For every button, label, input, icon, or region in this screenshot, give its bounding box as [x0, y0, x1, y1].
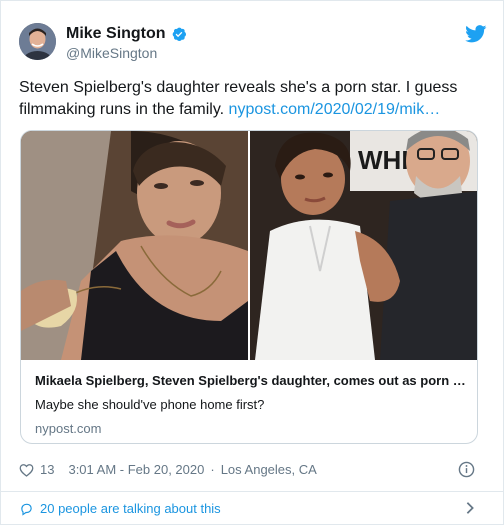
user-handle[interactable]: @MikeSington [66, 45, 157, 61]
conversation-count[interactable]: 20 people are talking about this [40, 501, 221, 516]
card-domain: nypost.com [35, 421, 102, 436]
heart-icon[interactable] [19, 463, 34, 477]
conversation-link[interactable]: 20 people are talking about this [19, 501, 221, 516]
info-icon[interactable] [458, 461, 475, 478]
card-image-right[interactable]: WHIP I [250, 131, 477, 360]
tweet-meta: 13 3:01 AM - Feb 20, 2020 · Los Angeles,… [19, 462, 317, 477]
tweet-timestamp[interactable]: 3:01 AM - Feb 20, 2020 [68, 462, 204, 477]
user-name-row[interactable]: Mike Sington [66, 25, 187, 43]
divider [1, 491, 504, 492]
reply-bubble-icon [21, 503, 32, 516]
card-description: Maybe she should've phone home first? [35, 397, 265, 412]
chevron-right-icon[interactable] [465, 501, 475, 515]
verified-badge-icon [172, 27, 186, 41]
avatar[interactable] [19, 23, 56, 60]
twitter-logo-icon[interactable] [465, 25, 487, 43]
card-image-left[interactable] [21, 131, 248, 360]
card-title[interactable]: Mikaela Spielberg, Steven Spielberg's da… [35, 373, 465, 388]
meta-separator: · [210, 462, 215, 477]
tweet-location[interactable]: Los Angeles, CA [221, 462, 317, 477]
tweet-card: Mike Sington @MikeSington Steven Spielbe… [0, 0, 504, 525]
tweet-link[interactable]: nypost.com/2020/02/19/mik… [229, 101, 441, 118]
link-card[interactable]: WHIP I Mikaela Spielberg, Steven Spielbe… [20, 130, 478, 444]
display-name[interactable]: Mike Sington [66, 25, 166, 43]
tweet-text: Steven Spielberg's daughter reveals she'… [19, 77, 489, 121]
like-count[interactable]: 13 [40, 462, 54, 477]
